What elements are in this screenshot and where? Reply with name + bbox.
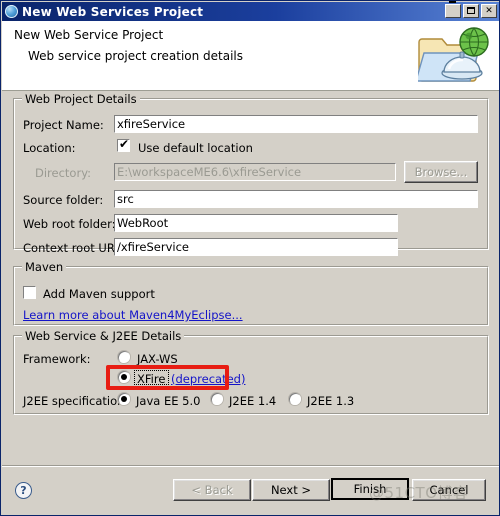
location-label: Location: [23,141,76,155]
framework-xfire-label: XFire [137,372,166,386]
window-controls: ✕ [445,1,497,18]
j2ee-j2ee14-label: J2EE 1.4 [229,394,277,408]
title-bar: New Web Services Project ✕ [2,1,499,21]
maven4myeclipse-link[interactable]: Learn more about Maven4MyEclipse... [23,308,243,322]
window-title: New Web Services Project [22,4,204,19]
use-default-location-label: Use default location [138,141,253,155]
back-button: < Back [173,479,251,501]
finish-button[interactable]: Finish [331,478,409,500]
cancel-button[interactable]: Cancel [412,479,486,501]
web-service-project-icon [415,25,492,87]
use-default-location-checkbox[interactable]: ✔ [117,137,130,152]
source-folder-input[interactable]: src [114,190,478,208]
minimize-button[interactable] [445,1,461,18]
footer-separator [2,465,499,467]
checkmark-icon: ✔ [119,137,130,151]
framework-radio-jaxws[interactable] [118,351,130,363]
browse-button: Browse... [404,161,478,183]
j2ee-javaee50-label: Java EE 5.0 [136,394,201,408]
wizard-header: New Web Service Project Web service proj… [2,21,499,91]
source-folder-label: Source folder: [23,193,104,207]
context-root-url-input[interactable]: /xfireService [114,238,398,256]
web-project-details-legend: Web Project Details [22,92,140,106]
add-maven-support-label: Add Maven support [43,287,155,301]
j2ee-radio-javaee50[interactable] [118,393,130,405]
radio-selected-dot [121,396,127,402]
directory-input: E:\workspaceME6.6\xfireService [114,163,396,181]
framework-jaxws-label: JAX-WS [137,352,178,366]
web-root-folder-label: Web root folder: [23,217,116,231]
wizard-title: New Web Service Project [14,28,164,42]
directory-label: Directory: [35,166,92,180]
j2ee-radio-j2ee14[interactable] [211,393,223,405]
radio-selected-dot [121,374,127,380]
help-icon[interactable]: ? [15,482,32,499]
context-root-url-label: Context root URL: [23,241,126,255]
wizard-subtitle: Web service project creation details [28,49,244,63]
maven-legend: Maven [22,260,67,274]
web-service-j2ee-legend: Web Service & J2EE Details [22,329,185,343]
framework-radio-xfire[interactable] [118,371,130,383]
xfire-deprecated-link[interactable]: (deprecated) [171,372,245,386]
j2ee-specification-label: J2EE specification: [23,394,129,408]
project-name-label: Project Name: [23,118,104,132]
project-name-input[interactable]: xfireService [114,115,478,133]
web-root-folder-input[interactable]: WebRoot [114,214,398,232]
maximize-button[interactable] [463,4,479,18]
framework-label: Framework: [23,352,91,366]
next-button[interactable]: Next > [252,479,330,501]
app-globe-icon [5,5,18,18]
j2ee-j2ee13-label: J2EE 1.3 [307,394,355,408]
close-button[interactable]: ✕ [481,4,497,18]
add-maven-support-checkbox[interactable] [23,286,36,299]
j2ee-radio-j2ee13[interactable] [289,393,301,405]
new-web-services-project-dialog: New Web Services Project ✕ New Web Servi… [0,0,500,516]
